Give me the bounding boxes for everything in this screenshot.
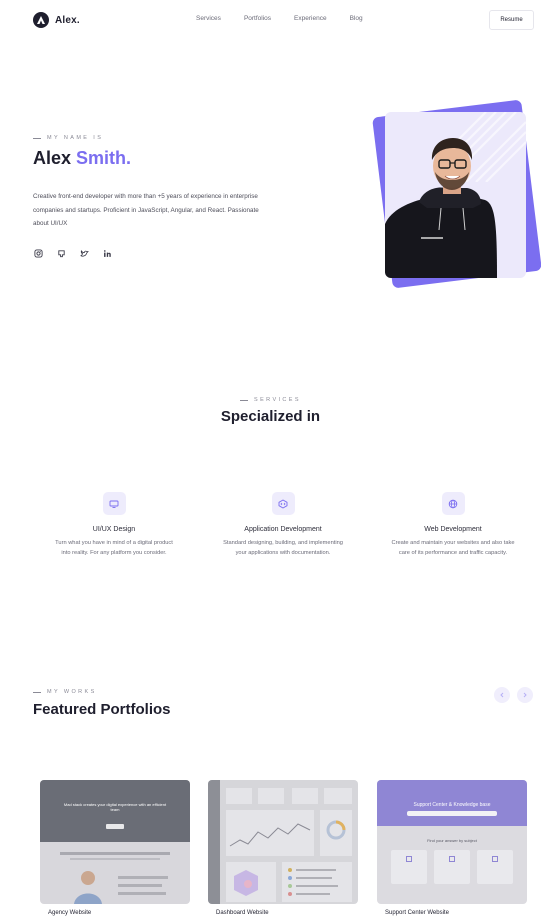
card-panel — [226, 862, 276, 902]
card-text-line — [118, 876, 168, 879]
card-text-line — [118, 884, 162, 887]
code-icon — [271, 492, 295, 515]
service-card-uiux: UI/UX Design Turn what you have in mind … — [44, 492, 184, 559]
tile-icon — [449, 856, 455, 862]
chevron-left-icon — [500, 692, 504, 698]
service-title: Application Development — [244, 526, 322, 533]
service-title: UI/UX Design — [92, 526, 136, 533]
person-illustration — [385, 138, 497, 278]
card-line-chart — [226, 810, 314, 856]
card-heading: Mad stack creates your digital experienc… — [63, 802, 167, 812]
resume-button[interactable]: Resume — [489, 10, 534, 30]
services-title: Specialized in — [220, 408, 321, 425]
logo-mark-icon — [33, 12, 49, 28]
service-card-web-dev: Web Development Create and maintain your… — [383, 492, 523, 559]
works-title: Featured Portfolios — [33, 701, 171, 718]
nav-links: Services Portfolios Experience Blog — [196, 15, 363, 22]
hero-name: Alex Smith. — [33, 148, 131, 169]
nav-link-blog[interactable]: Blog — [350, 15, 363, 22]
works-eyebrow-text: MY WORKS — [47, 689, 97, 695]
nav-link-services[interactable]: Services — [196, 15, 221, 22]
card-donut-chart — [320, 810, 352, 856]
works-eyebrow: MY WORKS — [33, 689, 97, 695]
eyebrow-dash — [240, 399, 249, 401]
eyebrow-dash — [33, 137, 41, 139]
card-stat — [258, 788, 284, 804]
hero-first-name: Alex — [33, 148, 72, 168]
linkedin-icon[interactable] — [102, 248, 112, 258]
nav-link-portfolios[interactable]: Portfolios — [244, 15, 271, 22]
card-text-line — [60, 852, 170, 855]
logo-text: Alex. — [55, 14, 80, 26]
card-stat — [324, 788, 352, 804]
twitter-icon[interactable] — [79, 248, 89, 258]
service-card-app-dev: Application Development Standard designi… — [213, 492, 353, 559]
logo[interactable]: Alex. — [33, 12, 80, 28]
card-heading: Support Center & Knowledge base — [413, 802, 491, 808]
service-desc: Create and maintain your websites and al… — [391, 540, 515, 556]
portfolio-card-support[interactable]: Support Center & Knowledge base Find you… — [377, 780, 527, 904]
profile-photo — [385, 112, 526, 278]
card-button-shape — [106, 824, 124, 829]
card-panel — [282, 862, 352, 902]
instagram-icon[interactable] — [33, 248, 43, 258]
card-stat — [226, 788, 252, 804]
hero-eyebrow: MY NAME IS — [33, 135, 103, 141]
hero-last-name: Smith. — [76, 148, 132, 168]
nav-link-experience[interactable]: Experience — [294, 15, 327, 22]
portfolio-label-dashboard[interactable]: Dashboard Website — [216, 910, 269, 916]
card-stat — [292, 788, 318, 804]
portfolio-card-agency[interactable]: Mad stack creates your digital experienc… — [40, 780, 190, 904]
carousel-prev-button[interactable] — [494, 687, 510, 703]
card-search-shape — [407, 811, 497, 816]
portfolio-label-support[interactable]: Support Center Website — [385, 910, 449, 916]
services-eyebrow-text: SERVICES — [254, 397, 301, 403]
service-title: Web Development — [424, 526, 482, 533]
portfolio-label-agency[interactable]: Agency Website — [48, 910, 91, 916]
tile-icon — [492, 856, 498, 862]
card-text-line — [70, 858, 160, 860]
card-text-line — [118, 892, 166, 895]
hero-eyebrow-text: MY NAME IS — [47, 135, 104, 141]
monitor-icon — [102, 492, 126, 515]
hero-description: Creative front-end developer with more t… — [33, 193, 259, 227]
card-sidebar — [208, 780, 220, 904]
chevron-right-icon — [523, 692, 527, 698]
portfolio-card-dashboard[interactable] — [208, 780, 358, 904]
carousel-next-button[interactable] — [517, 687, 533, 703]
eyebrow-dash — [33, 691, 41, 693]
service-desc: Standard designing, building, and implem… — [223, 540, 343, 556]
top-navbar: Alex. Services Portfolios Experience Blo… — [0, 0, 541, 40]
services-eyebrow: SERVICES — [0, 397, 541, 403]
globe-icon — [441, 492, 465, 515]
service-desc: Turn what you have in mind of a digital … — [55, 540, 173, 556]
card-subheading: Find your answer by subject — [427, 838, 477, 843]
github-icon[interactable] — [56, 248, 66, 258]
social-links — [33, 248, 112, 258]
tile-icon — [406, 856, 412, 862]
hero-photo — [372, 99, 541, 290]
card-person-illustration — [74, 871, 102, 904]
